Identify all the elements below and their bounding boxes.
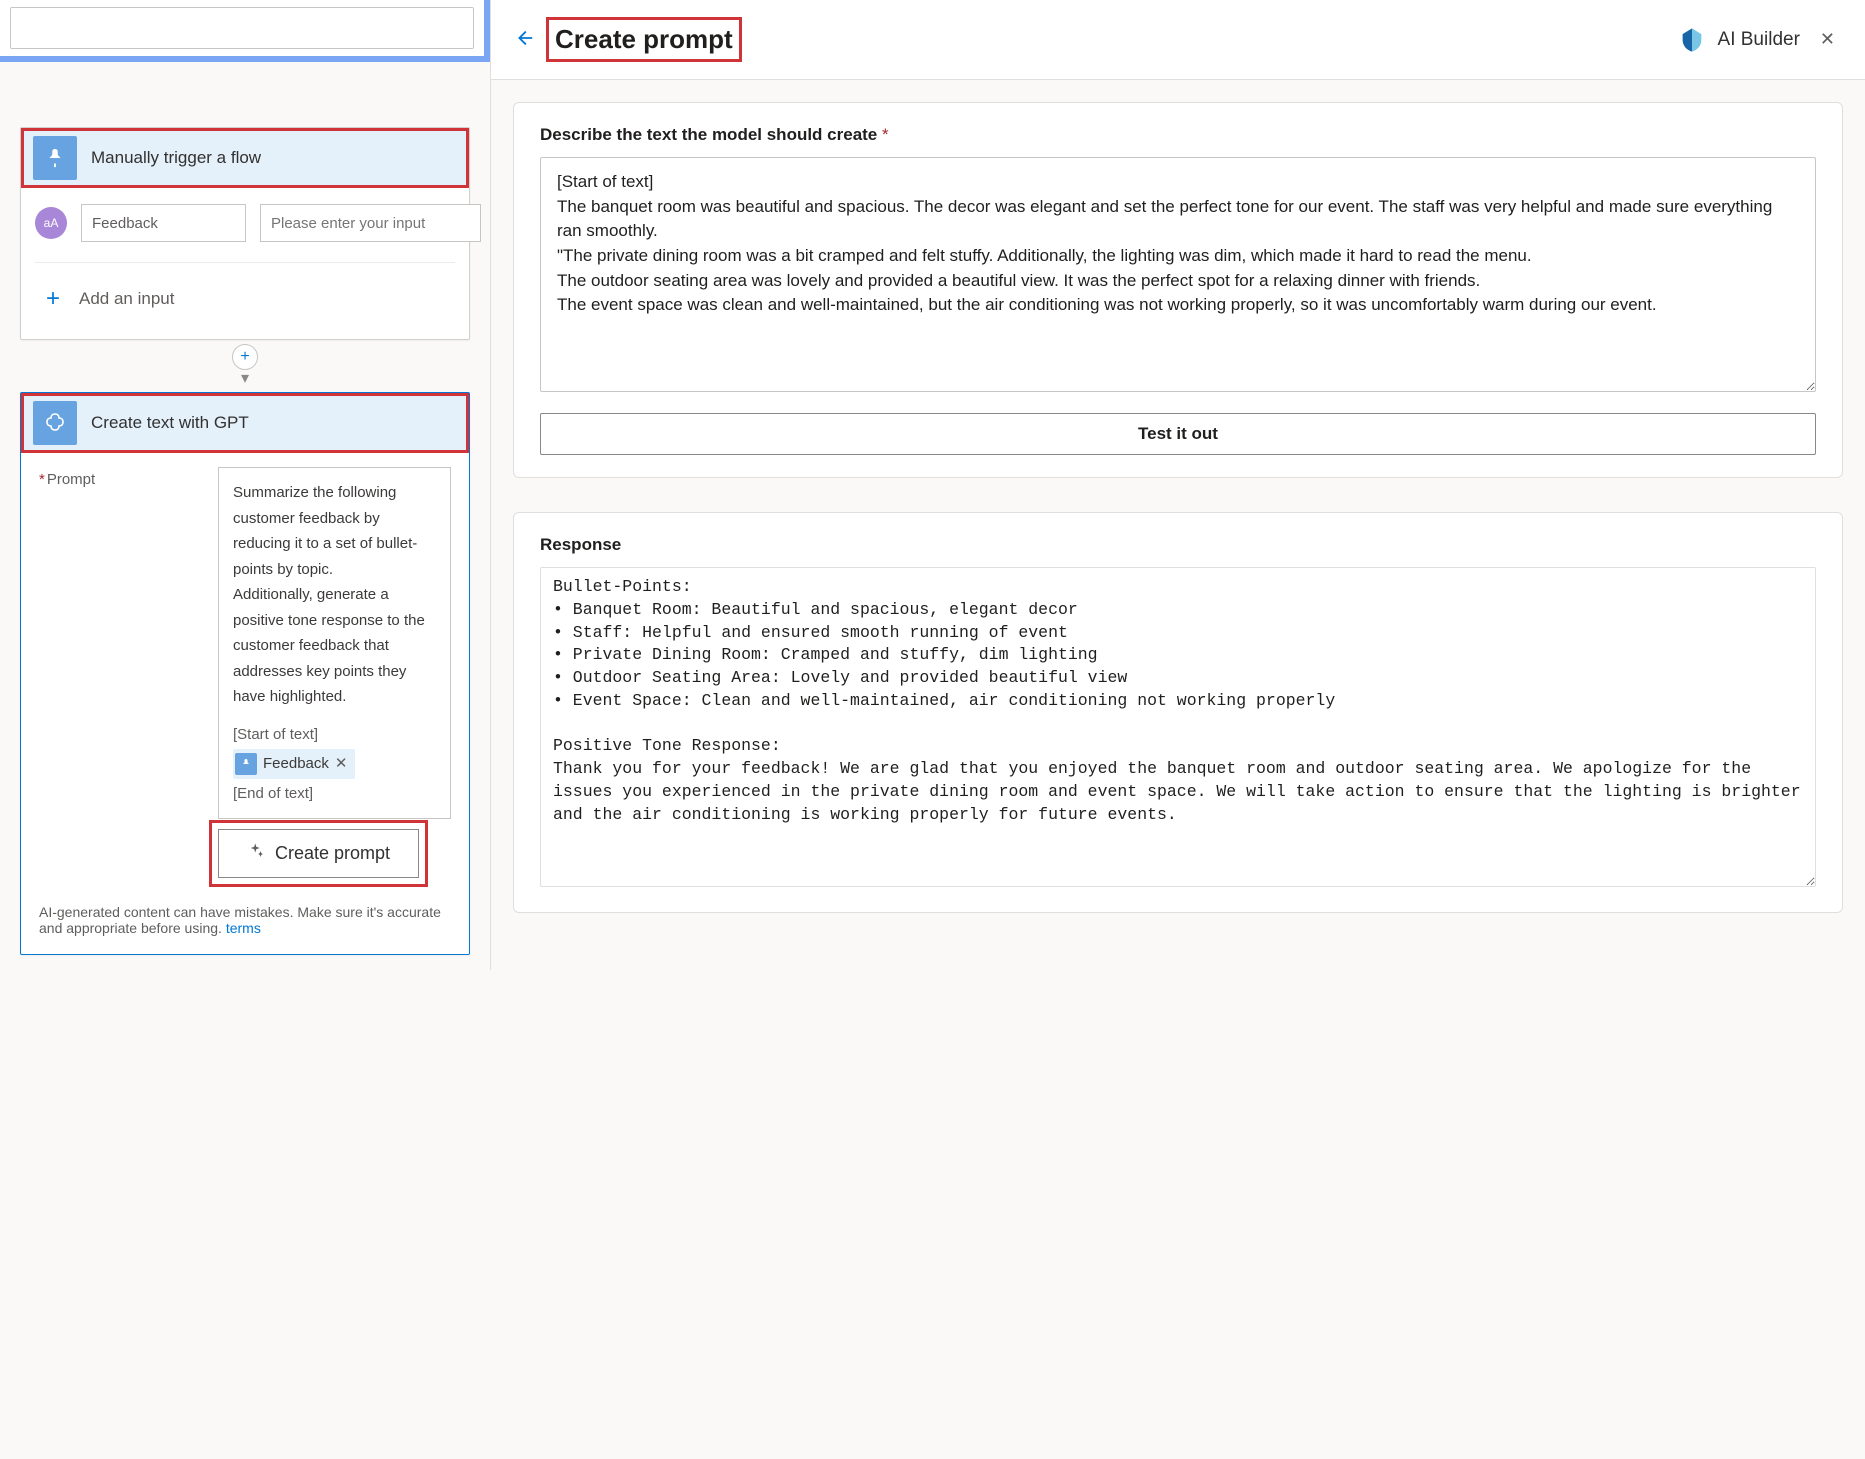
feedback-token[interactable]: Feedback ✕	[233, 749, 355, 779]
create-prompt-panel: Create prompt AI Builder ✕ Describe the …	[490, 0, 1865, 970]
panel-title: Create prompt	[553, 24, 735, 55]
trigger-title: Manually trigger a flow	[91, 148, 261, 168]
token-trigger-icon	[235, 753, 257, 775]
back-arrow-icon[interactable]	[513, 27, 535, 52]
panel-header: Create prompt AI Builder ✕	[491, 0, 1865, 80]
disclaimer: AI-generated content can have mistakes. …	[39, 904, 451, 936]
terms-link[interactable]: terms	[226, 920, 261, 936]
create-prompt-label: Create prompt	[275, 843, 390, 864]
close-icon[interactable]: ✕	[1812, 25, 1843, 54]
arrow-down-icon: ▾	[241, 368, 249, 388]
prompt-text: Summarize the following customer feedbac…	[233, 480, 436, 710]
end-marker: [End of text]	[233, 781, 436, 807]
divider	[35, 262, 455, 263]
response-label: Response	[540, 535, 1816, 555]
test-it-out-button[interactable]: Test it out	[540, 413, 1816, 455]
response-textarea[interactable]	[540, 567, 1816, 887]
flow-designer-pane: Manually trigger a flow aA + Add an inpu…	[0, 0, 490, 970]
gpt-header[interactable]: Create text with GPT	[21, 393, 469, 453]
top-bar	[0, 0, 490, 62]
input-definition-row: aA	[35, 198, 455, 248]
ai-builder-brand: AI Builder	[1718, 29, 1800, 51]
describe-label: Describe the text the model should creat…	[540, 125, 1816, 145]
prompt-field[interactable]: Summarize the following customer feedbac…	[218, 467, 451, 819]
describe-card: Describe the text the model should creat…	[513, 102, 1843, 478]
input-placeholder-field[interactable]	[260, 204, 481, 242]
response-card: Response	[513, 512, 1843, 913]
ai-builder-logo-icon	[1678, 26, 1706, 54]
input-name-field[interactable]	[81, 204, 246, 242]
create-prompt-button[interactable]: Create prompt	[218, 829, 419, 878]
plus-icon: +	[41, 287, 65, 311]
trigger-card: Manually trigger a flow aA + Add an inpu…	[20, 127, 470, 340]
token-remove-icon[interactable]: ✕	[335, 751, 348, 777]
gpt-icon	[33, 401, 77, 445]
gpt-title: Create text with GPT	[91, 413, 249, 433]
prompt-field-label: *Prompt	[39, 467, 204, 488]
trigger-header[interactable]: Manually trigger a flow	[21, 128, 469, 188]
trigger-icon	[33, 136, 77, 180]
top-search-input[interactable]	[10, 7, 474, 49]
start-marker: [Start of text]	[233, 722, 436, 748]
add-input-button[interactable]: + Add an input	[35, 269, 455, 317]
token-label: Feedback	[263, 751, 329, 777]
sparkle-icon	[247, 842, 265, 865]
add-step-button[interactable]: +	[232, 344, 258, 370]
add-input-label: Add an input	[79, 289, 174, 309]
gpt-card: Create text with GPT *Prompt Summarize t…	[20, 392, 470, 955]
connector: + ▾	[20, 344, 470, 388]
text-input-type-icon: aA	[35, 207, 67, 239]
describe-textarea[interactable]	[540, 157, 1816, 392]
